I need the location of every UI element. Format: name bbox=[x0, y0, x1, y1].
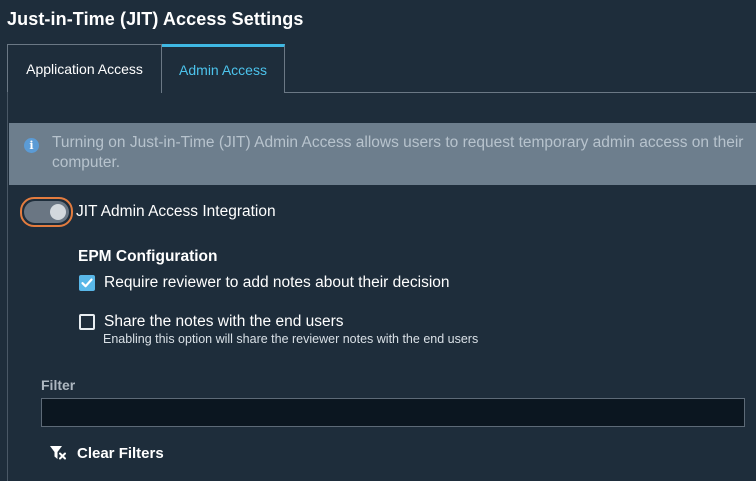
page-title: Just-in-Time (JIT) Access Settings bbox=[7, 9, 304, 29]
info-banner-text: Turning on Just-in-Time (JIT) Admin Acce… bbox=[52, 134, 744, 171]
epm-configuration-heading: EPM Configuration bbox=[78, 248, 218, 265]
info-icon: i bbox=[24, 138, 39, 153]
require-notes-checkbox[interactable] bbox=[79, 275, 95, 291]
content-border bbox=[7, 92, 8, 481]
jit-admin-access-toggle[interactable] bbox=[20, 197, 73, 227]
filter-label: Filter bbox=[41, 377, 76, 393]
toggle-knob bbox=[50, 204, 66, 220]
jit-settings-page: Just-in-Time (JIT) Access Settings Appli… bbox=[0, 0, 756, 481]
checkmark-icon bbox=[81, 278, 93, 288]
tab-application-access[interactable]: Application Access bbox=[7, 44, 162, 93]
tab-bar: Application Access Admin Access bbox=[7, 44, 285, 93]
toggle-label: JIT Admin Access Integration bbox=[76, 203, 276, 220]
tab-admin-access[interactable]: Admin Access bbox=[162, 44, 285, 93]
toggle-track bbox=[24, 201, 69, 223]
share-notes-checkbox[interactable] bbox=[79, 314, 95, 330]
clear-filters-label: Clear Filters bbox=[77, 444, 164, 462]
clear-filters-button[interactable]: Clear Filters bbox=[49, 443, 164, 463]
filter-clear-icon bbox=[50, 446, 66, 460]
share-notes-description: Enabling this option will share the revi… bbox=[103, 332, 479, 346]
share-notes-label: Share the notes with the end users bbox=[104, 313, 344, 330]
require-notes-label: Require reviewer to add notes about thei… bbox=[104, 274, 450, 291]
tab-divider bbox=[285, 92, 756, 93]
filter-input[interactable] bbox=[41, 398, 745, 427]
info-banner: i Turning on Just-in-Time (JIT) Admin Ac… bbox=[9, 123, 756, 185]
